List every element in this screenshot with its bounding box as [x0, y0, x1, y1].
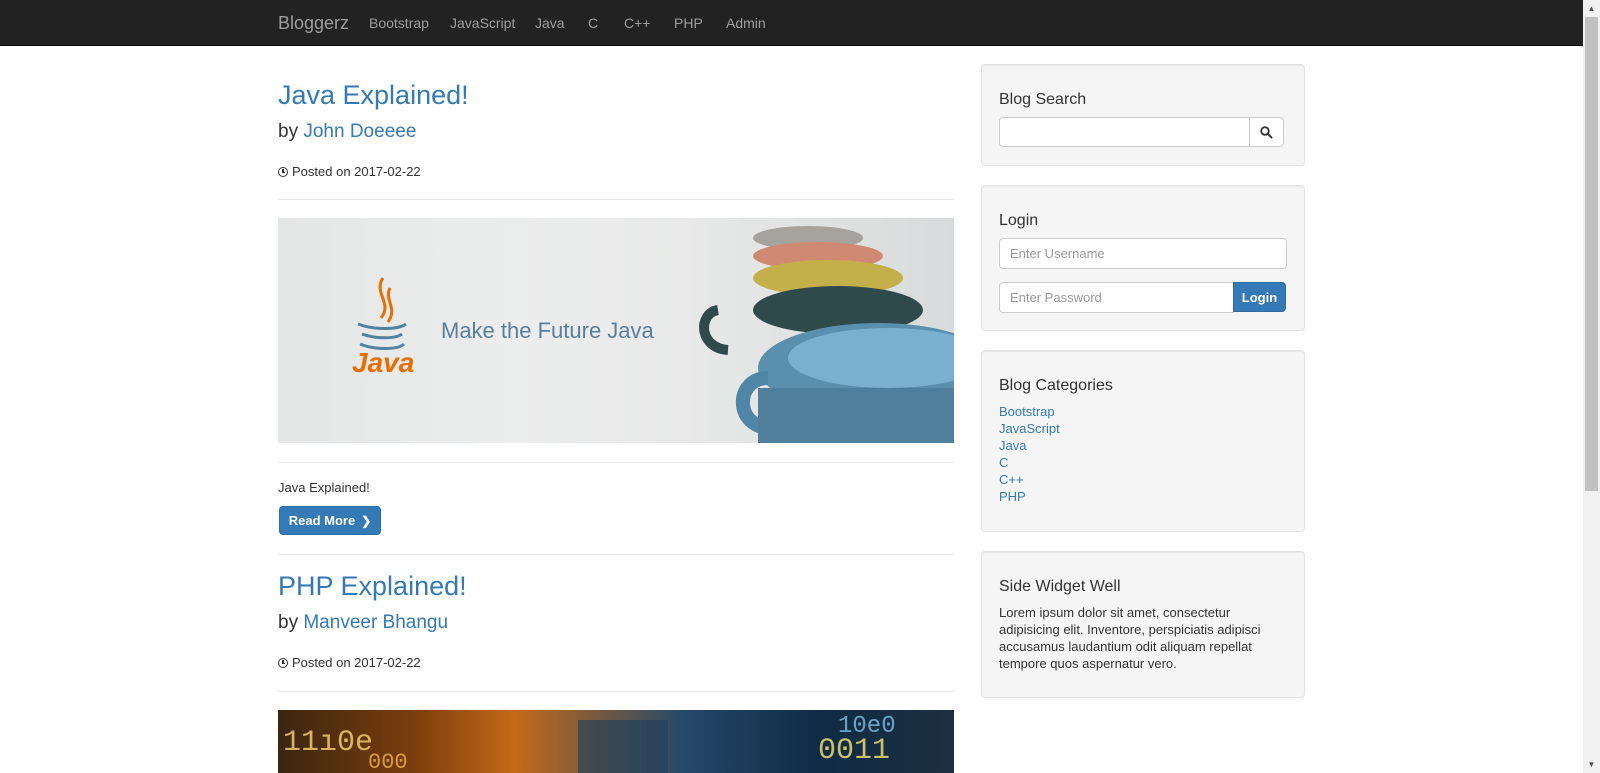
- author-prefix: by: [278, 121, 299, 142]
- blog-search-well: Blog Search: [981, 64, 1305, 166]
- post-title-java[interactable]: Java Explained!: [278, 80, 469, 111]
- scrollbar-thumb[interactable]: [1585, 17, 1598, 491]
- scroll-down-arrow-icon[interactable]: ▼: [1583, 756, 1600, 773]
- nav-item-c[interactable]: C: [588, 15, 598, 31]
- side-widget-text: Lorem ipsum dolor sit amet, consectetur …: [999, 605, 1261, 671]
- category-java[interactable]: Java: [999, 437, 1060, 454]
- divider: [278, 691, 954, 692]
- search-icon: [1260, 125, 1273, 139]
- nav-item-admin[interactable]: Admin: [726, 15, 766, 31]
- login-well: Login Enter Username Enter Password Logi…: [981, 185, 1305, 331]
- blog-categories-well: Blog Categories Bootstrap JavaScript Jav…: [981, 350, 1305, 532]
- author-link[interactable]: John Doeeee: [303, 121, 416, 142]
- vertical-scrollbar[interactable]: ▲ ▼: [1583, 0, 1600, 773]
- clock-icon: [278, 657, 288, 668]
- username-field[interactable]: Enter Username: [999, 238, 1287, 269]
- username-placeholder: Enter Username: [1010, 246, 1105, 261]
- category-bootstrap[interactable]: Bootstrap: [999, 403, 1060, 420]
- post-image-java: Java Make the Future Java: [278, 218, 954, 443]
- scroll-up-arrow-icon[interactable]: ▲: [1583, 0, 1600, 17]
- nav-item-javascript[interactable]: JavaScript: [450, 15, 515, 31]
- java-banner-graphic: Java Make the Future Java: [352, 226, 954, 443]
- post-author-line: by Manveer Bhangu: [278, 612, 448, 634]
- login-title: Login: [999, 212, 1039, 229]
- svg-text:000: 000: [368, 750, 408, 773]
- top-navbar: Bloggerz Bootstrap JavaScript Java C C++…: [0, 0, 1584, 46]
- post-date-text: Posted on 2017-02-22: [292, 164, 421, 179]
- category-javascript[interactable]: JavaScript: [999, 420, 1060, 437]
- blog-categories-title: Blog Categories: [999, 377, 1113, 394]
- java-banner-caption: Make the Future Java: [441, 318, 655, 343]
- clock-icon: [278, 166, 288, 177]
- svg-text:10e0: 10e0: [838, 713, 896, 740]
- category-list: Bootstrap JavaScript Java C C++ PHP: [999, 403, 1060, 505]
- nav-item-bootstrap[interactable]: Bootstrap: [369, 15, 429, 31]
- post-author-line: by John Doeeee: [278, 121, 416, 143]
- nav-item-java[interactable]: Java: [535, 15, 565, 31]
- post-date: Posted on 2017-02-22: [278, 164, 421, 179]
- read-more-button[interactable]: Read More ❯: [279, 506, 381, 535]
- read-more-label: Read More: [288, 513, 356, 528]
- author-link[interactable]: Manveer Bhangu: [303, 612, 448, 633]
- side-widget-well: Side Widget Well Lorem ipsum dolor sit a…: [981, 551, 1305, 698]
- divider: [278, 554, 954, 555]
- post-excerpt: Java Explained!: [278, 480, 370, 495]
- category-cpp[interactable]: C++: [999, 471, 1060, 488]
- divider: [278, 199, 954, 200]
- category-c[interactable]: C: [999, 454, 1060, 471]
- password-placeholder: Enter Password: [1010, 290, 1102, 305]
- search-button[interactable]: [1249, 117, 1284, 147]
- chevron-right-icon: ❯: [361, 513, 372, 528]
- blog-search-title: Blog Search: [999, 91, 1087, 108]
- post-date-text: Posted on 2017-02-22: [292, 655, 421, 670]
- side-widget-title: Side Widget Well: [999, 578, 1121, 595]
- divider: [278, 462, 954, 463]
- post-image-php: 11ı0e 000 0011 10e0: [278, 710, 954, 773]
- post-title-php[interactable]: PHP Explained!: [278, 571, 467, 602]
- nav-item-php[interactable]: PHP: [674, 15, 703, 31]
- password-field[interactable]: Enter Password: [999, 282, 1234, 313]
- post-date: Posted on 2017-02-22: [278, 655, 421, 670]
- login-button[interactable]: Login: [1233, 282, 1286, 312]
- svg-text:11ı0e: 11ı0e: [283, 726, 373, 760]
- binary-graphic: 11ı0e 000 0011 10e0: [283, 713, 896, 773]
- search-input[interactable]: [999, 117, 1250, 147]
- category-php[interactable]: PHP: [999, 488, 1060, 505]
- brand-link[interactable]: Bloggerz: [278, 13, 349, 34]
- nav-item-cpp[interactable]: C++: [624, 15, 650, 31]
- java-logo-text: Java: [352, 347, 414, 378]
- author-prefix: by: [278, 612, 299, 633]
